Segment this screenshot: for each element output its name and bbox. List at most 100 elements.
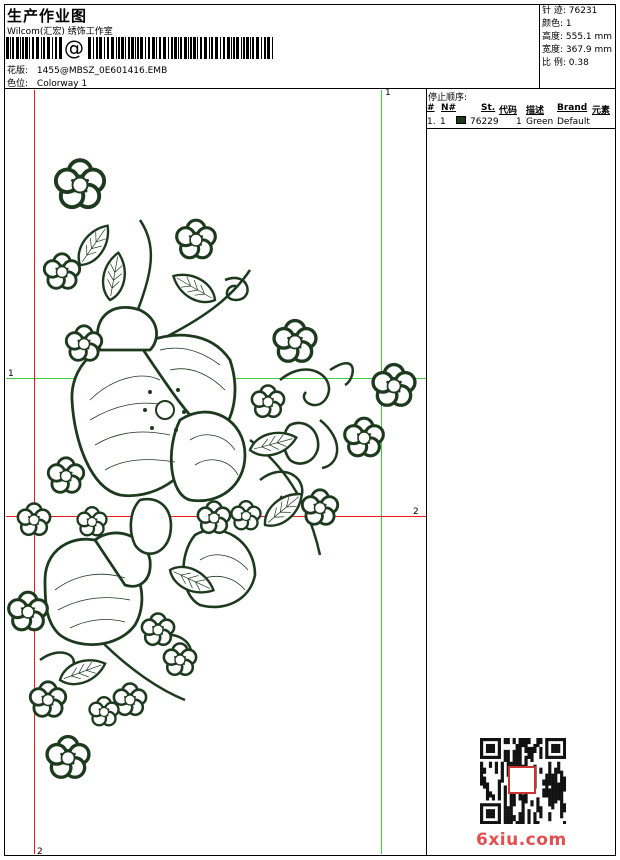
- row-stitches: 76229: [470, 117, 499, 127]
- qr-module: [548, 803, 552, 807]
- qr-module: [512, 815, 516, 819]
- qr-module: [554, 738, 558, 742]
- qr-module: [491, 812, 496, 816]
- qr-module: [485, 794, 490, 798]
- qr-module: [539, 746, 543, 751]
- qr-module: [551, 738, 555, 742]
- qr-module: [497, 740, 501, 745]
- qr-module: [500, 776, 504, 780]
- qr-module: [563, 743, 566, 748]
- qr-module: [548, 797, 552, 801]
- qr-module: [557, 794, 561, 798]
- qr-module: [500, 770, 504, 774]
- qr-module: [524, 755, 528, 759]
- qr-module: [503, 806, 507, 810]
- qr-module: [533, 818, 537, 822]
- qr-module: [515, 749, 519, 754]
- qr-module: [524, 800, 528, 804]
- qr-module: [497, 791, 501, 795]
- row-brand: Default: [557, 117, 590, 127]
- qr-module: [548, 764, 552, 768]
- qr-module: [506, 821, 510, 824]
- qr-module: [512, 794, 516, 798]
- qr-module: [503, 794, 507, 798]
- qr-module: [542, 794, 546, 798]
- qr-module: [506, 752, 510, 756]
- qr-module: [506, 755, 510, 759]
- qr-module: [554, 791, 558, 795]
- qr-module: [527, 809, 531, 813]
- qr-module: [545, 746, 549, 751]
- qr-module: [497, 743, 501, 748]
- col-element: 元素: [592, 106, 611, 116]
- qr-module: [482, 755, 487, 759]
- qr-module: [509, 797, 513, 801]
- qr-module: [545, 740, 549, 745]
- qr-module: [512, 755, 516, 759]
- qr-module: [497, 782, 501, 786]
- qr-module: [488, 738, 493, 742]
- qr-module: [512, 761, 516, 765]
- qr-module: [482, 779, 487, 783]
- qr-module: [480, 749, 484, 754]
- qr-module: [551, 797, 555, 801]
- qr-module: [494, 803, 498, 807]
- qr-module: [551, 791, 555, 795]
- qr-module: [548, 776, 552, 780]
- qr-module: [545, 782, 549, 786]
- qr-module: [542, 788, 546, 792]
- qr-module: [480, 812, 484, 816]
- qr-module: [545, 779, 549, 783]
- col-code: 代码: [499, 106, 518, 116]
- qr-module: [480, 770, 484, 774]
- qr-module: [560, 779, 564, 783]
- qr-module: [491, 809, 496, 813]
- qr-module: [557, 770, 561, 774]
- qr-module: [488, 821, 493, 824]
- col-brand: Brand: [557, 103, 588, 113]
- qr-module: [533, 812, 537, 816]
- qr-module: [488, 791, 493, 795]
- qr-module: [557, 797, 561, 801]
- qr-module: [488, 764, 493, 768]
- qr-module: [539, 740, 543, 745]
- qr-module: [506, 806, 510, 810]
- qr-module: [506, 761, 510, 765]
- qr-module: [527, 821, 531, 824]
- qr-module: [497, 815, 501, 819]
- qr-module: [512, 738, 516, 742]
- qr-module: [500, 761, 504, 765]
- qr-module: [518, 758, 522, 762]
- qr-module: [524, 797, 528, 801]
- qr-module: [512, 797, 516, 801]
- watermark-text: 6xiu.com: [476, 830, 567, 850]
- qr-module: [545, 743, 549, 748]
- col-stitches: St.: [481, 103, 496, 113]
- qr-module: [503, 821, 507, 824]
- qr-module: [480, 806, 484, 810]
- qr-module: [545, 755, 549, 759]
- qr-module: [485, 809, 490, 813]
- qr-module: [551, 755, 555, 759]
- qr-module: [533, 749, 537, 754]
- qr-module: [527, 818, 531, 822]
- qr-module: [480, 746, 484, 751]
- qr-module: [503, 785, 507, 789]
- qr-module: [554, 782, 558, 786]
- qr-module: [509, 812, 513, 816]
- qr-module: [548, 779, 552, 783]
- qr-module: [521, 812, 525, 816]
- qr-module: [545, 773, 549, 777]
- qr-module: [491, 803, 496, 807]
- qr-module: [491, 815, 496, 819]
- qr-module: [521, 743, 525, 748]
- qr-module: [518, 761, 522, 765]
- embroidery-design: [7, 158, 417, 779]
- qr-module: [545, 776, 549, 780]
- qr-module: [554, 797, 558, 801]
- qr-module: [557, 738, 561, 742]
- qr-module: [503, 758, 507, 762]
- qr-module: [485, 788, 490, 792]
- qr-module: [533, 743, 537, 748]
- qr-module: [509, 800, 513, 804]
